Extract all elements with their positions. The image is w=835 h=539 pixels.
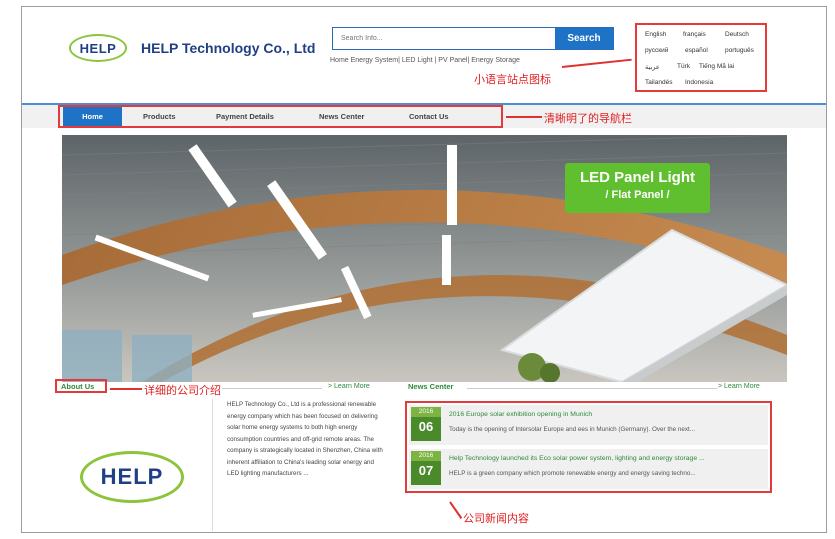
about-divider <box>212 399 213 531</box>
lang-portuguese[interactable]: português <box>725 47 754 54</box>
news-item-desc: HELP is a green company which promote re… <box>449 470 696 477</box>
about-annotation-arrow <box>110 388 142 390</box>
lang-arabic[interactable]: عربية <box>645 63 660 71</box>
lang-turkish[interactable]: Türk <box>677 63 690 70</box>
news-item-title[interactable]: Help Technology launched its Eco solar p… <box>449 455 705 462</box>
nav-contact-us[interactable]: Contact Us <box>409 107 449 126</box>
news-date-badge: 2016 06 <box>411 407 441 441</box>
company-name: HELP Technology Co., Ltd <box>141 40 316 56</box>
search-box: Search <box>332 27 614 50</box>
hero-badge: LED Panel Light / Flat Panel / <box>565 163 710 213</box>
main-nav: Home Products Payment Details News Cente… <box>58 105 503 128</box>
news-list: 2016 06 2016 Europe solar exhibition ope… <box>405 401 772 493</box>
lang-german[interactable]: Deutsch <box>725 31 749 38</box>
search-button[interactable]: Search <box>555 28 613 49</box>
news-year: 2016 <box>411 407 441 417</box>
lang-english[interactable]: English <box>645 31 666 38</box>
lang-malay[interactable]: Tiếng Mã lai <box>699 63 734 70</box>
hero-subtitle: / Flat Panel / <box>605 189 670 201</box>
lang-annotation-arrow <box>561 58 632 68</box>
news-day: 07 <box>418 463 434 478</box>
about-learn-more[interactable]: > Learn More <box>328 383 370 390</box>
news-year: 2016 <box>411 451 441 461</box>
nav-products[interactable]: Products <box>143 107 176 126</box>
news-annotation-arrow <box>449 501 463 519</box>
nav-annotation: 清晰明了的导航栏 <box>544 113 632 125</box>
news-day: 06 <box>418 419 434 434</box>
news-item-title[interactable]: 2016 Europe solar exhibition opening in … <box>449 411 592 418</box>
about-description: HELP Technology Co., Ltd is a profession… <box>227 401 383 477</box>
lang-russian[interactable]: русский <box>645 47 668 54</box>
about-title[interactable]: About Us <box>61 382 94 391</box>
about-logo: HELP <box>80 451 184 503</box>
news-item-desc: Today is the opening of Intersolar Europ… <box>449 426 696 433</box>
lang-french[interactable]: français <box>683 31 706 38</box>
nav-annotation-arrow <box>506 116 542 118</box>
quick-links[interactable]: Home Energy System| LED Light | PV Panel… <box>330 57 520 64</box>
hero-title: LED Panel Light <box>579 169 695 186</box>
news-item[interactable]: 2016 07 Help Technology launched its Eco… <box>409 449 768 489</box>
news-title[interactable]: News Center <box>408 382 453 391</box>
lang-thai[interactable]: Tailandés <box>645 79 672 86</box>
lang-annotation: 小语言站点图标 <box>474 74 551 86</box>
page-frame: HELP HELP Technology Co., Ltd Search Hom… <box>21 6 827 533</box>
news-annotation: 公司新闻内容 <box>463 513 529 525</box>
about-title-line <box>222 388 322 389</box>
lang-indonesian[interactable]: Indonesia <box>685 79 713 86</box>
news-title-line <box>467 388 717 389</box>
help-logo[interactable]: HELP <box>69 34 127 62</box>
hero-banner[interactable]: LED Panel Light / Flat Panel / <box>62 135 787 382</box>
news-learn-more[interactable]: > Learn More <box>718 383 760 390</box>
about-logo-text: HELP <box>100 464 164 489</box>
news-item[interactable]: 2016 06 2016 Europe solar exhibition ope… <box>409 405 768 445</box>
nav-payment-details[interactable]: Payment Details <box>216 107 274 126</box>
language-selector: English français Deutsch русский español… <box>635 23 767 92</box>
news-date-badge: 2016 07 <box>411 451 441 485</box>
nav-news-center[interactable]: News Center <box>319 107 364 126</box>
logo-text: HELP <box>79 40 117 56</box>
search-input[interactable] <box>333 28 557 49</box>
nav-home[interactable]: Home <box>63 107 122 126</box>
about-annotation: 详细的公司介绍 <box>144 385 221 397</box>
lang-spanish[interactable]: español <box>685 47 708 54</box>
